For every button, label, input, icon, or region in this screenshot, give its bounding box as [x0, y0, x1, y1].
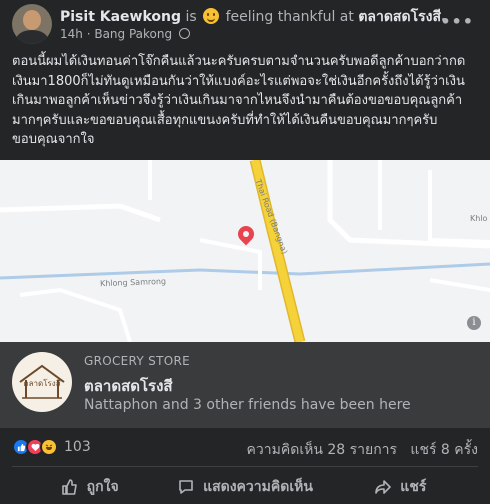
like-label: ถูกใจ — [86, 479, 119, 495]
comment-label: แสดงความคิดเห็น — [203, 479, 313, 495]
post-header: Pisit Kaewkong is feeling thankful at ตล… — [12, 4, 478, 44]
comment-count[interactable]: ความคิดเห็น 28 รายการ — [247, 442, 398, 458]
post-headline: Pisit Kaewkong is feeling thankful at ตล… — [60, 6, 446, 28]
comment-share-stats: ความคิดเห็น 28 รายการ แชร์ 8 ครั้ง — [247, 439, 478, 461]
share-count[interactable]: แชร์ 8 ครั้ง — [410, 442, 478, 458]
more-options-icon[interactable]: ••• — [440, 12, 474, 31]
map-info-icon[interactable]: i — [467, 316, 481, 330]
place-name[interactable]: ตลาดสดโรงสี — [84, 374, 173, 398]
post-card: Pisit Kaewkong is feeling thankful at ตล… — [0, 0, 490, 504]
feeling-text: feeling thankful at — [225, 9, 354, 25]
place-logo-text: ตลาดโรงสี — [23, 378, 60, 388]
map-preview[interactable]: Thai Road (Bangna) Khlong Samrong Khlo i — [0, 160, 490, 342]
reaction-count[interactable]: 103 — [64, 439, 91, 455]
comment-icon — [179, 480, 193, 494]
thumbs-up-icon — [61, 479, 77, 495]
place-logo[interactable]: ตลาดโรงสี — [12, 352, 72, 412]
post-actions: ถูกใจ แสดงความคิดเห็น แชร์ — [12, 472, 478, 502]
like-button[interactable]: ถูกใจ — [12, 472, 167, 502]
globe-icon — [178, 28, 190, 39]
haha-reaction-icon[interactable] — [40, 438, 58, 456]
post-location[interactable]: Bang Pakong — [94, 27, 172, 41]
road-label-edge: Khlo — [470, 214, 488, 223]
divider — [12, 466, 478, 467]
reaction-stats: 103 ความคิดเห็น 28 รายการ แชร์ 8 ครั้ง — [12, 436, 478, 458]
share-icon — [375, 480, 392, 494]
post-message: ตอนนี้ผมได้เงินทอนค่าโจ๊กคืนแล้วนะครับคร… — [12, 54, 466, 147]
author-avatar[interactable] — [12, 4, 52, 44]
is-text: is — [185, 9, 197, 25]
author-name[interactable]: Pisit Kaewkong — [60, 9, 181, 25]
share-button[interactable]: แชร์ — [323, 472, 478, 502]
place-friends-text: Nattaphon and 3 other friends have been … — [84, 397, 411, 413]
share-label: แชร์ — [400, 479, 427, 495]
comment-button[interactable]: แสดงความคิดเห็น — [167, 472, 322, 502]
place-card[interactable]: ตลาดโรงสี GROCERY STORE ตลาดสดโรงสี Natt… — [0, 342, 490, 428]
place-link[interactable]: ตลาดสดโรงสี. — [358, 9, 446, 25]
post-meta: 14h · Bang Pakong — [60, 27, 190, 41]
place-category: GROCERY STORE — [84, 354, 190, 368]
post-time[interactable]: 14h — [60, 27, 83, 41]
smile-emoji-icon — [203, 8, 220, 24]
